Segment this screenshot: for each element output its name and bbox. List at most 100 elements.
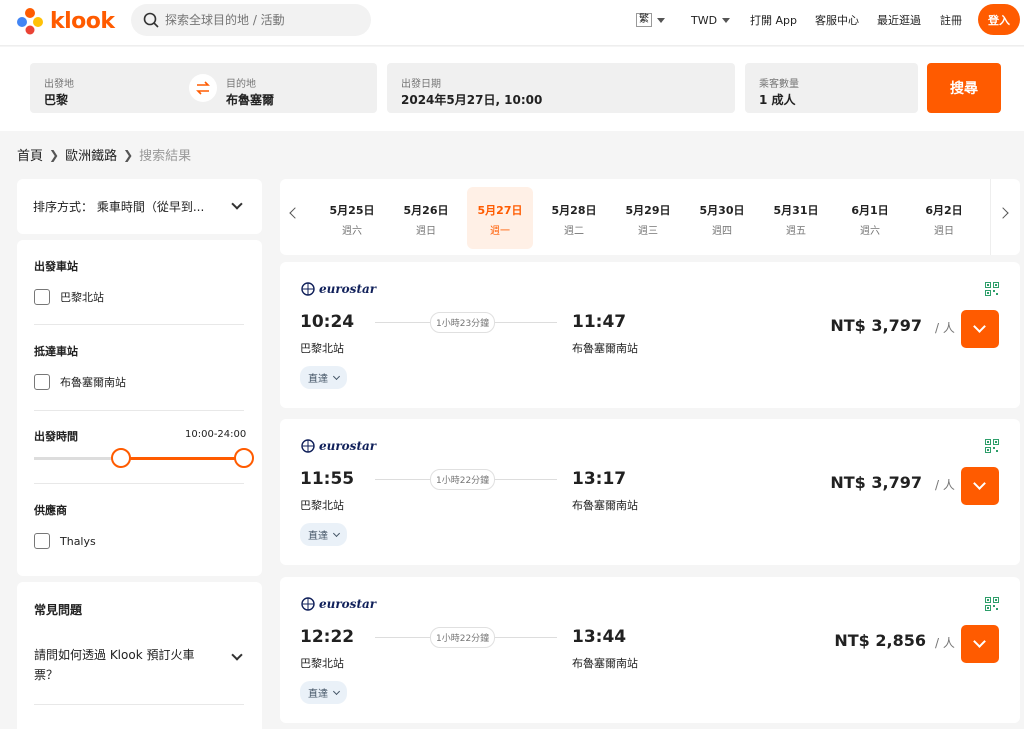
faq-question-1[interactable]: 請問如何透過 Klook 預訂火車票？ — [34, 645, 214, 685]
login-button[interactable]: 登入 — [978, 4, 1020, 35]
expand-button[interactable] — [961, 310, 999, 348]
breadcrumb-home[interactable]: 首頁 — [17, 145, 43, 164]
time-slider-end-handle[interactable] — [234, 448, 254, 468]
date-option[interactable]: 5月26日 週日 — [393, 187, 459, 249]
chevron-down-icon[interactable] — [231, 649, 243, 661]
register-link[interactable]: 註冊 — [940, 0, 962, 40]
price: NT$ 2,856 — [834, 631, 926, 650]
chevron-down-icon — [973, 320, 986, 333]
divider — [990, 179, 991, 255]
direct-tag[interactable]: 直達 — [300, 681, 347, 704]
checkbox-label: Thalys — [60, 534, 96, 548]
chevron-down-icon — [332, 372, 341, 380]
eurostar-logo-icon — [301, 282, 315, 296]
eurostar-logo-icon — [301, 439, 315, 453]
to-field[interactable]: 目的地 布魯塞爾 — [212, 63, 377, 113]
sort-selector[interactable]: 排序方式： 乘車時間（從早到... — [17, 179, 262, 234]
chevron-right-icon: ❯ — [49, 147, 60, 162]
global-search[interactable] — [131, 4, 371, 36]
date-field[interactable]: 出發日期 2024年5月27日, 10:00 — [387, 63, 735, 113]
breadcrumb-current: 搜索結果 — [139, 149, 192, 164]
train-result-card[interactable]: eurostar 10:24 1小時23分鐘 11:47 巴黎北站 布魯塞爾南站 直達 NT$… — [280, 262, 1020, 408]
weekday-label: 週五 — [786, 226, 806, 237]
tag-label: 直達 — [308, 531, 328, 542]
departure-station-option[interactable]: 巴黎北站 — [34, 289, 104, 305]
train-result-card[interactable]: eurostar 12:22 1小時22分鐘 13:44 巴黎北站 布魯塞爾南站 直達 NT$… — [280, 577, 1020, 723]
date-label: 5月29日 — [625, 204, 671, 217]
breadcrumb-rail[interactable]: 歐洲鐵路 — [65, 145, 117, 164]
klook-logo[interactable]: klook — [16, 7, 115, 35]
departure-station: 巴黎北站 — [300, 499, 344, 512]
search-button[interactable]: 搜尋 — [927, 63, 1001, 113]
arrival-station-option[interactable]: 布魯塞爾南站 — [34, 374, 126, 390]
top-header: klook 繁 TWD 打開 App 客服中心 最近逛過 註冊 登入 — [0, 0, 1024, 46]
direct-tag[interactable]: 直達 — [300, 523, 347, 546]
date-value: 2024年5月27日, 10:00 — [401, 93, 543, 107]
checkbox[interactable] — [34, 374, 50, 390]
passenger-field[interactable]: 乘客數量 1 成人 — [745, 63, 918, 113]
customer-service-link[interactable]: 客服中心 — [815, 0, 859, 40]
search-input[interactable] — [165, 13, 365, 27]
divider — [34, 704, 244, 705]
date-option[interactable]: 5月25日 週六 — [319, 187, 385, 249]
qr-code-icon — [985, 597, 999, 611]
klook-logo-icon — [17, 8, 43, 35]
date-option[interactable]: 5月31日週五 — [763, 187, 829, 249]
train-result-card[interactable]: eurostar 11:55 1小時22分鐘 13:17 巴黎北站 布魯塞爾南站 直達 NT$… — [280, 419, 1020, 565]
qr-code-icon — [985, 439, 999, 453]
date-label: 5月30日 — [699, 204, 745, 217]
divider — [34, 410, 244, 411]
checkbox-label: 布魯塞爾南站 — [60, 376, 126, 389]
expand-button[interactable] — [961, 625, 999, 663]
weekday-label: 週日 — [416, 226, 436, 237]
checkbox[interactable] — [34, 533, 50, 549]
date-option[interactable]: 6月2日 週日 — [911, 187, 977, 249]
from-field[interactable]: 出發地 巴黎 — [30, 63, 200, 113]
date-option[interactable]: 5月28日 週二 — [541, 187, 607, 249]
logo-text: klook — [50, 8, 115, 34]
chevron-down-icon — [973, 477, 986, 490]
operator-name: eurostar — [319, 597, 377, 611]
weekday-label: 週一 — [490, 226, 510, 237]
price: NT$ 3,797 — [830, 473, 922, 492]
duration-badge: 1小時22分鐘 — [430, 627, 496, 648]
search-form: 出發地 巴黎 目的地 布魯塞爾 出發日期 2024年5月27日, 10:00 乘… — [0, 47, 1024, 131]
open-app-link[interactable]: 打開 App — [750, 0, 797, 40]
language-label: 繁 — [636, 13, 652, 27]
swap-button[interactable] — [189, 74, 217, 102]
direct-tag[interactable]: 直達 — [300, 366, 347, 389]
checkbox[interactable] — [34, 289, 50, 305]
arrival-station-title: 抵達車站 — [34, 345, 78, 358]
date-option[interactable]: 5月27日週一 — [467, 187, 533, 249]
swap-icon — [196, 81, 210, 95]
date-label: 出發日期 — [401, 79, 441, 90]
search-icon — [143, 12, 159, 28]
date-option[interactable]: 6月1日 週六 — [837, 187, 903, 249]
divider — [34, 324, 244, 325]
date-option[interactable]: 5月29日 週三 — [615, 187, 681, 249]
supplier-title: 供應商 — [34, 504, 67, 517]
tag-label: 直達 — [308, 374, 328, 385]
date-label: 5月28日 — [551, 204, 597, 217]
time-slider-start-handle[interactable] — [111, 448, 131, 468]
expand-button[interactable] — [961, 467, 999, 505]
date-label: 5月27日 — [477, 204, 523, 217]
chevron-left-icon[interactable] — [289, 207, 301, 219]
weekday-label: 週六 — [342, 226, 362, 237]
date-label: 5月31日 — [773, 204, 819, 217]
departure-station: 巴黎北站 — [300, 342, 344, 355]
date-option[interactable]: 5月30日 週四 — [689, 187, 755, 249]
departure-time-range: 10:00-24:00 — [185, 429, 247, 440]
departure-station-title: 出發車站 — [34, 260, 78, 273]
recently-viewed-link[interactable]: 最近逛過 — [877, 0, 921, 40]
qr-code-icon — [985, 282, 999, 296]
checkbox-label: 巴黎北站 — [60, 291, 104, 304]
duration-badge: 1小時23分鐘 — [430, 312, 496, 333]
supplier-option[interactable]: Thalys — [34, 533, 96, 549]
currency-switch[interactable]: TWD — [691, 0, 731, 40]
language-switch[interactable]: 繁 — [636, 0, 665, 40]
date-label: 6月1日 — [851, 204, 889, 217]
time-slider-fill — [121, 457, 244, 460]
chevron-right-icon[interactable] — [997, 207, 1009, 219]
sort-text: 排序方式： 乘車時間（從早到... — [33, 200, 205, 214]
